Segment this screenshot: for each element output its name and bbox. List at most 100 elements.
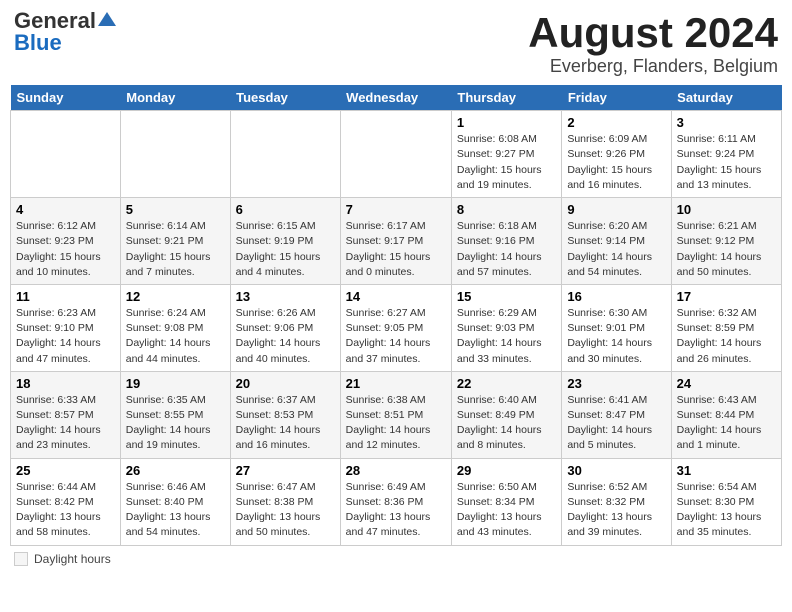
day-number: 24: [677, 376, 776, 391]
calendar-cell: [120, 111, 230, 198]
day-info: Sunrise: 6:08 AMSunset: 9:27 PMDaylight:…: [457, 132, 556, 193]
day-info: Sunrise: 6:32 AMSunset: 8:59 PMDaylight:…: [677, 306, 776, 367]
calendar-cell: 28 Sunrise: 6:49 AMSunset: 8:36 PMDayligh…: [340, 458, 451, 545]
day-number: 15: [457, 289, 556, 304]
day-number: 4: [16, 202, 115, 217]
calendar-cell: 21 Sunrise: 6:38 AMSunset: 8:51 PMDayligh…: [340, 371, 451, 458]
calendar-cell: 10 Sunrise: 6:21 AMSunset: 9:12 PMDayligh…: [671, 198, 781, 285]
day-info: Sunrise: 6:21 AMSunset: 9:12 PMDaylight:…: [677, 219, 776, 280]
day-number: 26: [126, 463, 225, 478]
location-subtitle: Everberg, Flanders, Belgium: [528, 56, 778, 77]
day-info: Sunrise: 6:23 AMSunset: 9:10 PMDaylight:…: [16, 306, 115, 367]
day-info: Sunrise: 6:49 AMSunset: 8:36 PMDaylight:…: [346, 480, 446, 541]
day-info: Sunrise: 6:29 AMSunset: 9:03 PMDaylight:…: [457, 306, 556, 367]
day-number: 27: [236, 463, 335, 478]
day-number: 28: [346, 463, 446, 478]
calendar-cell: 7 Sunrise: 6:17 AMSunset: 9:17 PMDaylight…: [340, 198, 451, 285]
calendar-week-row: 11 Sunrise: 6:23 AMSunset: 9:10 PMDayligh…: [11, 284, 782, 371]
day-number: 29: [457, 463, 556, 478]
day-number: 22: [457, 376, 556, 391]
day-number: 14: [346, 289, 446, 304]
page-title: August 2024: [528, 10, 778, 56]
calendar-day-header: Thursday: [451, 85, 561, 111]
day-info: Sunrise: 6:12 AMSunset: 9:23 PMDaylight:…: [16, 219, 115, 280]
calendar-cell: 13 Sunrise: 6:26 AMSunset: 9:06 PMDayligh…: [230, 284, 340, 371]
calendar-header-row: SundayMondayTuesdayWednesdayThursdayFrid…: [11, 85, 782, 111]
logo-triangle-icon: [98, 10, 116, 32]
day-number: 5: [126, 202, 225, 217]
calendar-cell: 19 Sunrise: 6:35 AMSunset: 8:55 PMDayligh…: [120, 371, 230, 458]
day-info: Sunrise: 6:52 AMSunset: 8:32 PMDaylight:…: [567, 480, 665, 541]
calendar-day-header: Friday: [562, 85, 671, 111]
day-number: 1: [457, 115, 556, 130]
day-info: Sunrise: 6:26 AMSunset: 9:06 PMDaylight:…: [236, 306, 335, 367]
day-info: Sunrise: 6:50 AMSunset: 8:34 PMDaylight:…: [457, 480, 556, 541]
day-info: Sunrise: 6:14 AMSunset: 9:21 PMDaylight:…: [126, 219, 225, 280]
calendar-cell: [340, 111, 451, 198]
calendar-day-header: Tuesday: [230, 85, 340, 111]
calendar-week-row: 18 Sunrise: 6:33 AMSunset: 8:57 PMDayligh…: [11, 371, 782, 458]
day-info: Sunrise: 6:09 AMSunset: 9:26 PMDaylight:…: [567, 132, 665, 193]
day-number: 9: [567, 202, 665, 217]
day-number: 6: [236, 202, 335, 217]
logo-general-text: General: [14, 10, 96, 32]
calendar-cell: 15 Sunrise: 6:29 AMSunset: 9:03 PMDayligh…: [451, 284, 561, 371]
day-number: 13: [236, 289, 335, 304]
title-block: August 2024 Everberg, Flanders, Belgium: [528, 10, 778, 77]
calendar-day-header: Monday: [120, 85, 230, 111]
calendar-cell: 2Sunrise: 6:09 AMSunset: 9:26 PMDaylight…: [562, 111, 671, 198]
legend-text: Daylight hours: [34, 552, 111, 566]
day-info: Sunrise: 6:40 AMSunset: 8:49 PMDaylight:…: [457, 393, 556, 454]
day-info: Sunrise: 6:15 AMSunset: 9:19 PMDaylight:…: [236, 219, 335, 280]
day-info: Sunrise: 6:30 AMSunset: 9:01 PMDaylight:…: [567, 306, 665, 367]
calendar-cell: [230, 111, 340, 198]
day-number: 25: [16, 463, 115, 478]
calendar-cell: 29 Sunrise: 6:50 AMSunset: 8:34 PMDayligh…: [451, 458, 561, 545]
calendar-week-row: 25Sunrise: 6:44 AMSunset: 8:42 PMDayligh…: [11, 458, 782, 545]
calendar-cell: 5 Sunrise: 6:14 AMSunset: 9:21 PMDaylight…: [120, 198, 230, 285]
day-info: Sunrise: 6:27 AMSunset: 9:05 PMDaylight:…: [346, 306, 446, 367]
day-info: Sunrise: 6:33 AMSunset: 8:57 PMDaylight:…: [16, 393, 115, 454]
day-info: Sunrise: 6:38 AMSunset: 8:51 PMDaylight:…: [346, 393, 446, 454]
day-info: Sunrise: 6:47 AMSunset: 8:38 PMDaylight:…: [236, 480, 335, 541]
day-number: 12: [126, 289, 225, 304]
calendar-cell: 22 Sunrise: 6:40 AMSunset: 8:49 PMDayligh…: [451, 371, 561, 458]
calendar-week-row: 4 Sunrise: 6:12 AMSunset: 9:23 PMDaylight…: [11, 198, 782, 285]
calendar-cell: [11, 111, 121, 198]
day-number: 11: [16, 289, 115, 304]
day-number: 31: [677, 463, 776, 478]
calendar-cell: 25Sunrise: 6:44 AMSunset: 8:42 PMDayligh…: [11, 458, 121, 545]
day-info: Sunrise: 6:20 AMSunset: 9:14 PMDaylight:…: [567, 219, 665, 280]
calendar-cell: 1 Sunrise: 6:08 AMSunset: 9:27 PMDaylight…: [451, 111, 561, 198]
day-number: 30: [567, 463, 665, 478]
day-info: Sunrise: 6:17 AMSunset: 9:17 PMDaylight:…: [346, 219, 446, 280]
day-number: 16: [567, 289, 665, 304]
day-number: 18: [16, 376, 115, 391]
calendar-cell: 11 Sunrise: 6:23 AMSunset: 9:10 PMDayligh…: [11, 284, 121, 371]
logo-blue-text: Blue: [14, 32, 62, 54]
calendar-cell: 18 Sunrise: 6:33 AMSunset: 8:57 PMDayligh…: [11, 371, 121, 458]
day-info: Sunrise: 6:41 AMSunset: 8:47 PMDaylight:…: [567, 393, 665, 454]
calendar-cell: 17 Sunrise: 6:32 AMSunset: 8:59 PMDayligh…: [671, 284, 781, 371]
day-number: 17: [677, 289, 776, 304]
calendar-cell: 9 Sunrise: 6:20 AMSunset: 9:14 PMDaylight…: [562, 198, 671, 285]
day-number: 10: [677, 202, 776, 217]
page-header: General Blue August 2024 Everberg, Fland…: [10, 10, 782, 77]
day-info: Sunrise: 6:37 AMSunset: 8:53 PMDaylight:…: [236, 393, 335, 454]
day-number: 7: [346, 202, 446, 217]
day-number: 3: [677, 115, 776, 130]
day-info: Sunrise: 6:35 AMSunset: 8:55 PMDaylight:…: [126, 393, 225, 454]
day-number: 19: [126, 376, 225, 391]
day-info: Sunrise: 6:54 AMSunset: 8:30 PMDaylight:…: [677, 480, 776, 541]
calendar-cell: 4 Sunrise: 6:12 AMSunset: 9:23 PMDaylight…: [11, 198, 121, 285]
calendar-cell: 12Sunrise: 6:24 AMSunset: 9:08 PMDayligh…: [120, 284, 230, 371]
calendar-week-row: 1 Sunrise: 6:08 AMSunset: 9:27 PMDaylight…: [11, 111, 782, 198]
calendar-cell: 26Sunrise: 6:46 AMSunset: 8:40 PMDayligh…: [120, 458, 230, 545]
calendar-cell: 27 Sunrise: 6:47 AMSunset: 8:38 PMDayligh…: [230, 458, 340, 545]
calendar-day-header: Saturday: [671, 85, 781, 111]
calendar-cell: 20Sunrise: 6:37 AMSunset: 8:53 PMDayligh…: [230, 371, 340, 458]
day-number: 21: [346, 376, 446, 391]
calendar-cell: 16 Sunrise: 6:30 AMSunset: 9:01 PMDayligh…: [562, 284, 671, 371]
calendar-cell: 30 Sunrise: 6:52 AMSunset: 8:32 PMDayligh…: [562, 458, 671, 545]
calendar-table: SundayMondayTuesdayWednesdayThursdayFrid…: [10, 85, 782, 545]
